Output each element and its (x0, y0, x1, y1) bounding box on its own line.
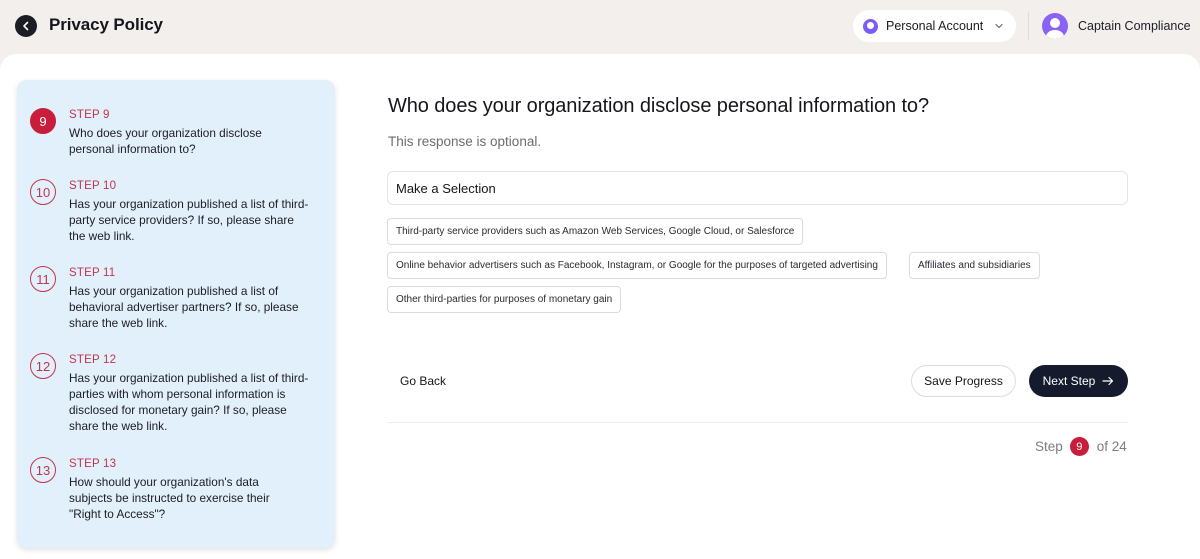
footer-divider (387, 422, 1128, 423)
step-text: How should your organization's data subj… (69, 475, 270, 521)
step-text: Who does your organization disclose pers… (69, 126, 262, 156)
step-counter-prefix: Step (1035, 439, 1063, 454)
option-chip-service-providers[interactable]: Third-party service providers such as Am… (387, 218, 804, 245)
next-step-label: Next Step (1042, 374, 1096, 388)
user-avatar-icon[interactable] (1042, 13, 1068, 39)
step-number-badge: 10 (30, 179, 56, 205)
chevron-left-icon (23, 21, 29, 31)
steps-sidebar: 9 STEP 9 Who does your organization disc… (17, 80, 335, 548)
step-number-badge: 11 (30, 266, 56, 292)
step-number-badge: 13 (30, 457, 56, 483)
selection-label: Make a Selection (396, 180, 496, 196)
step-number-badge: 9 (30, 108, 56, 134)
chevron-down-icon (995, 23, 1003, 29)
option-chip-monetary-gain[interactable]: Other third-parties for purposes of mone… (387, 286, 622, 313)
option-chip-affiliates[interactable]: Affiliates and subsidiaries (909, 252, 1040, 279)
step-counter-total: of 24 (1096, 439, 1127, 454)
step-label: STEP 11 (69, 267, 116, 279)
current-step-badge: 9 (1069, 437, 1089, 456)
save-progress-button[interactable]: Save Progress (911, 365, 1016, 397)
step-counter: Step 9 of 24 (1035, 437, 1127, 456)
option-chip-behavior-advertisers[interactable]: Online behavior advertisers such as Face… (387, 252, 887, 279)
page-title: Privacy Policy (49, 15, 163, 34)
header-divider (1028, 12, 1029, 40)
save-progress-label: Save Progress (924, 374, 1003, 388)
account-icon (863, 18, 878, 34)
step-text: Has your organization published a list o… (69, 197, 309, 243)
step-label: STEP 12 (69, 354, 117, 366)
back-button[interactable] (15, 15, 37, 37)
account-selector[interactable]: Personal Account (853, 10, 1016, 42)
optional-note: This response is optional. (388, 134, 542, 149)
app-header: Privacy Policy Personal Account Captain … (0, 0, 1200, 54)
step-label: STEP 9 (69, 109, 110, 121)
go-back-link[interactable]: Go Back (400, 374, 446, 388)
step-text: Has your organization published a list o… (69, 371, 309, 433)
step-label: STEP 13 (69, 458, 117, 470)
arrow-right-icon (1102, 376, 1114, 386)
question-title: Who does your organization disclose pers… (388, 95, 929, 117)
account-label: Personal Account (886, 19, 984, 33)
step-text: Has your organization published a list o… (69, 284, 299, 330)
user-name[interactable]: Captain Compliance (1078, 19, 1191, 33)
step-label: STEP 10 (69, 180, 117, 192)
step-number-badge: 12 (30, 353, 56, 379)
selection-field[interactable]: Make a Selection (387, 171, 1128, 205)
next-step-button[interactable]: Next Step (1029, 365, 1128, 397)
